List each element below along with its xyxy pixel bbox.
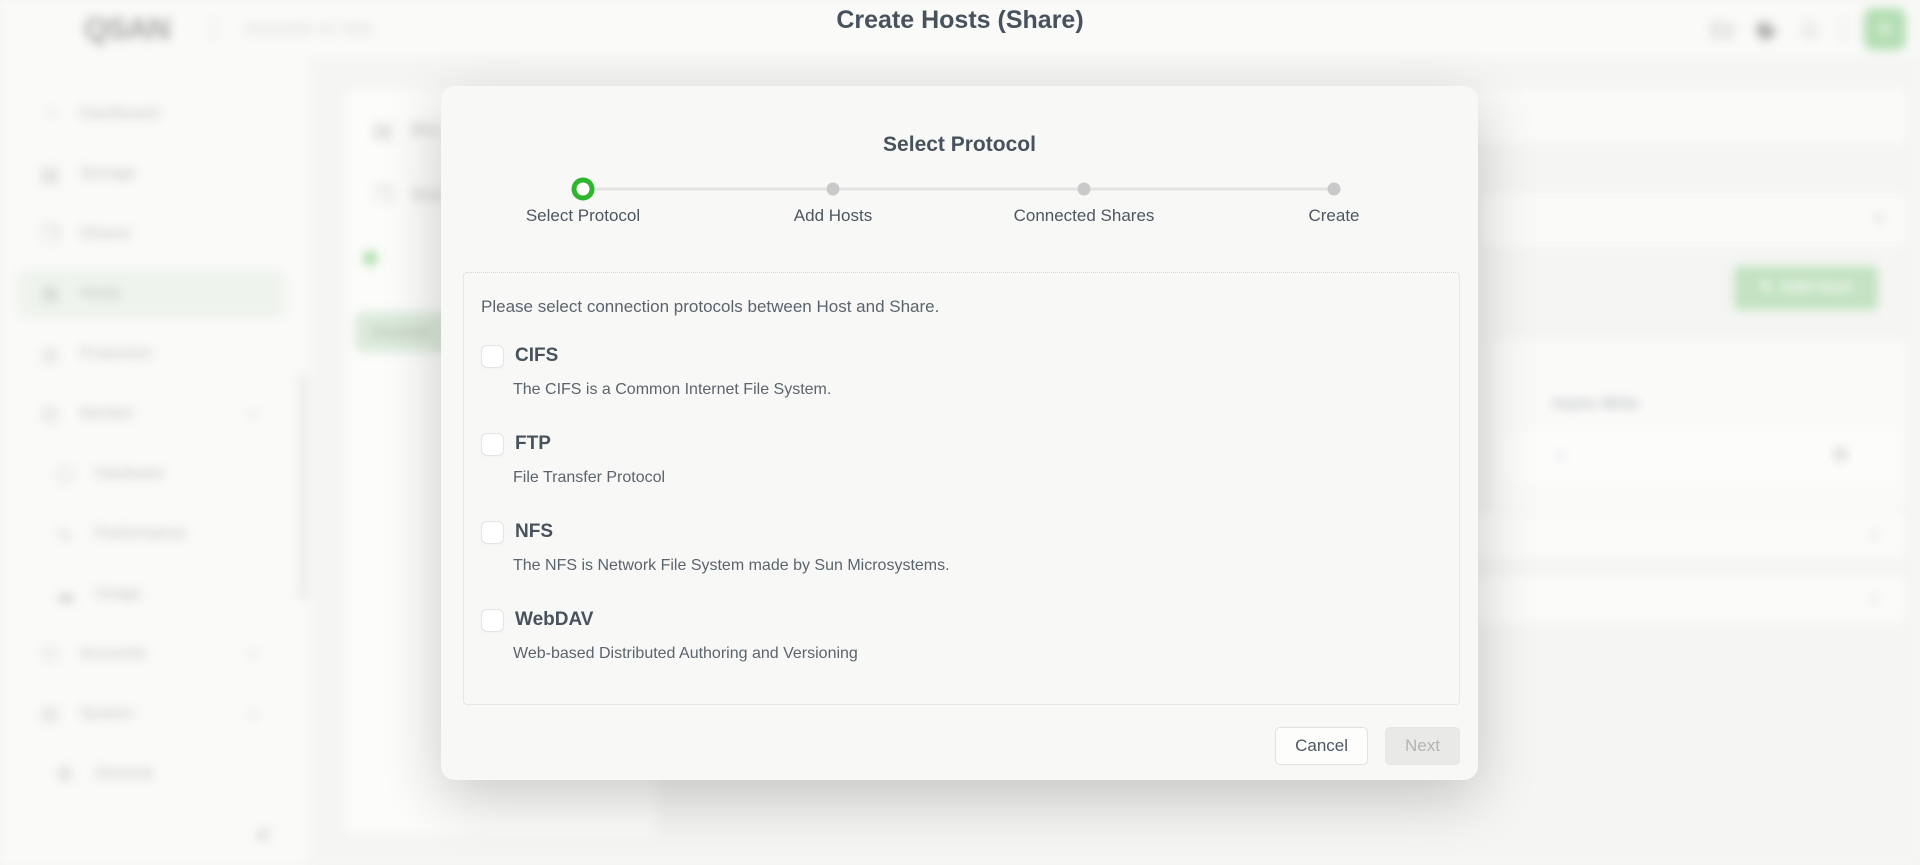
hardware-icon: ⬡: [56, 463, 74, 486]
dashboard-icon: ◔: [43, 102, 57, 125]
section-chevron-icon: ∧: [248, 706, 258, 721]
page-title: Create Hosts (Share): [836, 6, 1084, 34]
hosts-icon: ⊞: [41, 283, 59, 306]
sidebar-item-performance[interactable]: ∿ Performance: [0, 504, 310, 564]
sidebar-item-label: Performance: [95, 525, 187, 542]
list-item-label: Bloc: [411, 121, 443, 139]
gear-icon[interactable]: ⚙: [1832, 444, 1849, 467]
step-dot-icon: [571, 177, 595, 201]
chevron-down-icon: ∨: [1872, 208, 1886, 229]
sidebar-item-label: System: [80, 705, 134, 722]
sidebar-item-label: Monitor: [80, 405, 134, 422]
general-icon: ⚙: [56, 763, 74, 786]
sidebar: ◔ Dashboard ▤ Storage ❐ Shares ⊞ Hosts ◎…: [0, 58, 310, 865]
sidebar-item-monitor[interactable]: ⊡ Monitor ∧: [0, 384, 310, 444]
protocol-option-ftp: FTP File Transfer Protocol: [481, 431, 1439, 491]
step-dot-icon: [826, 182, 840, 196]
add-host-button[interactable]: +: [361, 240, 380, 277]
sidebar-item-label: Usage: [95, 585, 142, 602]
step-dot-icon: [1077, 182, 1091, 196]
checkbox-ftp[interactable]: [481, 432, 504, 456]
protocol-name: CIFS: [515, 345, 559, 366]
chevron-right-icon: ›: [1870, 520, 1878, 547]
accordion-header[interactable]: ∨: [1480, 195, 1908, 245]
performance-icon: ∿: [56, 523, 74, 546]
protocol-name: NFS: [515, 521, 553, 542]
chevron-down-icon: ∨: [1555, 447, 1566, 464]
pencil-icon: ✎: [1759, 280, 1774, 297]
sidebar-collapse-icon[interactable]: «: [256, 818, 270, 849]
cancel-button[interactable]: Cancel: [1275, 727, 1369, 765]
share-folder-icon: ❐: [374, 185, 392, 207]
step-label: Add Hosts: [793, 206, 873, 225]
usage-icon: ☁: [55, 583, 75, 606]
sidebar-item-accounts[interactable]: ⚇ Accounts ∨: [0, 624, 310, 684]
list-item-label: Shar: [411, 186, 445, 204]
section-chevron-icon: ∧: [248, 406, 258, 421]
monitor-icon: ⊡: [41, 403, 59, 426]
stepper-line: [583, 187, 1334, 191]
sidebar-item-dashboard[interactable]: ◔ Dashboard: [0, 84, 310, 144]
sidebar-item-hardware[interactable]: ⬡ Hardware: [0, 444, 310, 504]
accordion-row[interactable]: ›: [1460, 512, 1906, 558]
sidebar-item-label: Shares: [80, 225, 131, 242]
instruction-text: Please select connection protocols betwe…: [481, 297, 940, 316]
protocol-description: File Transfer Protocol: [513, 469, 666, 486]
step-label: Create: [1308, 206, 1360, 225]
protocol-description: Web-based Distributed Authoring and Vers…: [513, 645, 858, 662]
modal-title: Select Protocol: [883, 133, 1036, 156]
step-dot-icon: [1327, 182, 1341, 196]
storage-icon: ▤: [40, 163, 60, 186]
section-chevron-icon: ∨: [248, 646, 258, 661]
edit-host-label: Edit Host: [1782, 279, 1853, 296]
sidebar-item-system[interactable]: ⊟ System ∧: [0, 684, 310, 744]
create-hosts-modal: Select Protocol Select Protocol Add Host…: [441, 86, 1478, 780]
sidebar-item-label: Dashboard: [80, 105, 159, 122]
sidebar-item-general[interactable]: ⚙ General: [0, 744, 310, 804]
chevron-right-icon: ›: [1870, 584, 1878, 611]
sidebar-item-protection[interactable]: ◎ Protection: [0, 324, 310, 384]
shares-icon: ❐: [41, 223, 59, 246]
protocol-description: The NFS is Network File System made by S…: [513, 557, 950, 574]
sidebar-item-label: Accounts: [80, 645, 146, 662]
accordion-row[interactable]: ›: [1460, 576, 1906, 622]
accounts-icon: ⚇: [41, 643, 59, 666]
host-detail-card: Async Write ∨ ⚙: [1492, 340, 1908, 508]
protocol-name: WebDAV: [515, 609, 594, 630]
edit-host-button[interactable]: ✎ Edit Host: [1734, 266, 1878, 310]
block-icon: ▤: [373, 120, 393, 142]
async-write-label: Async Write: [1552, 395, 1639, 412]
sidebar-item-hosts[interactable]: ⊞ Hosts: [0, 264, 310, 324]
protocol-name: FTP: [515, 433, 551, 454]
checkbox-nfs[interactable]: [481, 520, 504, 544]
sidebar-scrollbar[interactable]: [300, 375, 306, 600]
checkbox-webdav[interactable]: [481, 608, 504, 632]
app-root: QSAN XN4226D-4C-9D8 A ◔ Dashboard ▤ Stor…: [0, 0, 1920, 865]
system-icon: ⊟: [41, 703, 59, 726]
protocol-box: Please select connection protocols betwe…: [463, 272, 1460, 705]
checkbox-cifs[interactable]: [481, 344, 504, 368]
sidebar-item-label: Protection: [80, 345, 153, 362]
step-label: Select Protocol: [525, 206, 641, 225]
step-label: Connected Shares: [1013, 206, 1155, 225]
sidebar-item-label: Hardware: [95, 465, 165, 482]
sidebar-item-label: Hosts: [80, 285, 121, 302]
modal-actions: Cancel Next: [1275, 727, 1460, 765]
next-button[interactable]: Next: [1385, 727, 1460, 765]
sidebar-item-storage[interactable]: ▤ Storage: [0, 144, 310, 204]
protection-icon: ◎: [41, 343, 59, 366]
protocol-option-cifs: CIFS The CIFS is a Common Internet File …: [481, 343, 1439, 403]
async-write-select[interactable]: ∨ ⚙: [1498, 430, 1902, 484]
protocol-description: The CIFS is a Common Internet File Syste…: [513, 381, 832, 398]
sidebar-item-label: General: [95, 765, 152, 782]
sidebar-item-shares[interactable]: ❐ Shares: [0, 204, 310, 264]
protocol-option-webdav: WebDAV Web-based Distributed Authoring a…: [481, 607, 1439, 667]
sidebar-item-usage[interactable]: ☁ Usage: [0, 564, 310, 624]
stepper: Select Protocol Add Hosts Connected Shar…: [526, 177, 1360, 237]
protocol-option-nfs: NFS The NFS is Network File System made …: [481, 519, 1439, 579]
sidebar-item-label: Storage: [80, 165, 137, 182]
